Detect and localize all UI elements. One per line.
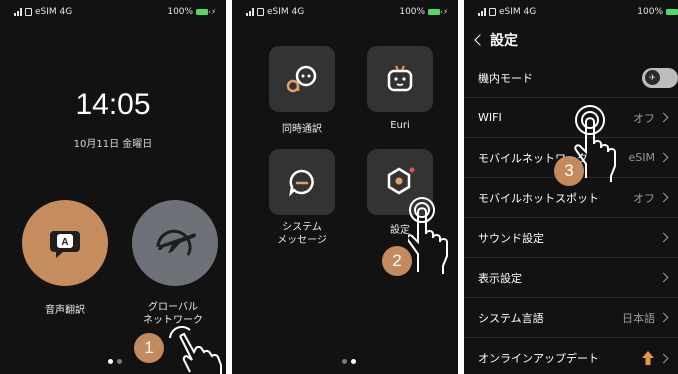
airplane-icon: ✈ <box>645 70 660 85</box>
chevron-right-icon <box>658 192 669 203</box>
charging-icon: ⚡ <box>211 8 216 16</box>
battery-percent: 100% <box>637 7 663 17</box>
settings-screen: eSIM 4G 100% 設定 機内モード ✈ WIFI オフ モバイルネットワ… <box>464 0 678 374</box>
row-label: モバイルホットスポット <box>478 191 599 205</box>
global-network-label: グローバル ネットワーク <box>143 302 203 326</box>
system-message-label: システム メッセージ <box>277 222 327 246</box>
row-label: システム言語 <box>478 311 544 325</box>
row-label: サウンド設定 <box>478 231 544 245</box>
signal-icon <box>14 8 22 16</box>
carrier-label: eSIM 4G <box>267 7 305 17</box>
esim-icon <box>489 8 496 16</box>
settings-row-language[interactable]: システム言語 日本語 <box>464 298 678 338</box>
settings-row-airplane-mode[interactable]: 機内モード ✈ <box>464 58 678 98</box>
row-label: WIFI <box>478 111 502 124</box>
battery-icon <box>428 9 443 15</box>
status-bar: eSIM 4G 100% ⚡ <box>232 0 458 24</box>
signal-icon <box>478 8 486 16</box>
row-value: オフ <box>633 191 655 205</box>
tap-hand-icon <box>574 105 616 182</box>
battery-percent: 100% <box>399 7 426 17</box>
airplane-mode-toggle[interactable]: ✈ <box>642 67 678 88</box>
simultaneous-interpretation-label: 同時通訳 <box>282 124 322 135</box>
step-badge-1: 1 <box>134 333 164 363</box>
carrier-label: eSIM 4G <box>35 7 73 17</box>
voice-translate-button[interactable]: A <box>22 200 108 286</box>
battery-percent: 100% <box>167 7 194 17</box>
euri-button[interactable] <box>367 46 433 112</box>
update-arrow-icon <box>642 351 654 365</box>
signal-icon <box>246 8 254 16</box>
system-message-button[interactable] <box>269 149 335 215</box>
battery-icon <box>196 9 211 15</box>
esim-icon <box>257 8 264 16</box>
row-value: eSIM <box>628 151 656 164</box>
charging-icon: ⚡ <box>443 8 448 16</box>
page-title: 設定 <box>490 33 518 49</box>
chevron-right-icon <box>658 312 669 323</box>
clock-date: 10月11日 金曜日 <box>73 139 153 150</box>
row-label: 機内モード <box>478 71 533 85</box>
row-label: 表示設定 <box>478 271 522 285</box>
svg-text:A: A <box>61 237 68 248</box>
tap-hand-icon <box>408 197 448 274</box>
back-icon[interactable] <box>474 34 486 46</box>
row-value: 日本語 <box>622 311 655 325</box>
status-bar: eSIM 4G 100% <box>464 0 678 24</box>
settings-header: 設定 <box>474 30 518 50</box>
global-network-button[interactable] <box>132 200 218 286</box>
clock-time: 14:05 <box>75 88 151 121</box>
interpreter-icon <box>286 65 317 93</box>
simultaneous-interpretation-button[interactable] <box>269 46 335 112</box>
settings-row-online-update[interactable]: オンラインアップデート <box>464 338 678 374</box>
apps-screen: eSIM 4G 100% ⚡ 同時通訳 Euri システム メッセージ 設定 2 <box>232 0 458 374</box>
voice-translate-label: 音声翻訳 <box>45 305 85 316</box>
esim-icon <box>25 8 32 16</box>
home-screen: eSIM 4G 100% ⚡ 14:05 10月11日 金曜日 A 音声翻訳 グ… <box>0 0 226 374</box>
message-icon <box>289 169 314 197</box>
status-bar: eSIM 4G 100% ⚡ <box>0 0 226 24</box>
chevron-right-icon <box>658 272 669 283</box>
chevron-right-icon <box>658 353 669 363</box>
row-value: オフ <box>633 111 655 125</box>
robot-icon <box>387 65 413 92</box>
tap-hand-icon <box>169 326 222 374</box>
row-label: オンラインアップデート <box>478 352 599 365</box>
chevron-right-icon <box>658 152 669 163</box>
settings-row-display[interactable]: 表示設定 <box>464 258 678 298</box>
carrier-label: eSIM 4G <box>499 7 537 17</box>
battery-icon <box>666 9 678 15</box>
chevron-right-icon <box>658 112 669 123</box>
translate-bubble-icon: A <box>50 231 80 258</box>
page-indicator <box>108 359 122 364</box>
airplane-globe-icon <box>156 229 196 256</box>
settings-row-sound[interactable]: サウンド設定 <box>464 218 678 258</box>
euri-label: Euri <box>390 120 410 131</box>
settings-row-wifi[interactable]: WIFI オフ <box>464 98 678 138</box>
chevron-right-icon <box>658 232 669 243</box>
page-indicator <box>342 359 356 364</box>
